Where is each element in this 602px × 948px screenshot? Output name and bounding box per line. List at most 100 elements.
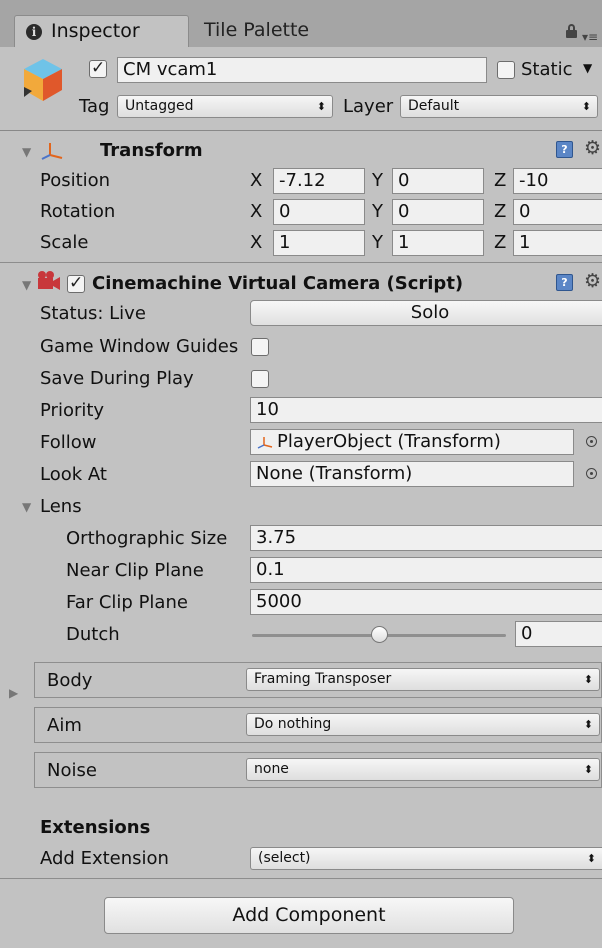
save-during-play-checkbox[interactable] [251, 370, 269, 388]
tag-label: Tag [79, 96, 110, 117]
panel-menu-icon[interactable]: ▾≡ [582, 30, 598, 44]
follow-value: PlayerObject (Transform) [277, 431, 501, 452]
extensions-heading: Extensions [40, 817, 151, 838]
transform-foldout-arrow-icon[interactable]: ▼ [22, 145, 31, 159]
game-window-guides-label: Game Window Guides [40, 336, 239, 357]
body-dropdown[interactable]: Framing Transposer ⬍ [246, 668, 600, 691]
near-clip-plane-field[interactable]: 0.1 [250, 557, 602, 583]
lock-icon[interactable] [566, 24, 577, 38]
static-dropdown-icon[interactable]: ▼ [583, 61, 592, 75]
axis-z-label: Z [494, 201, 507, 222]
body-dropdown-value: Framing Transposer [254, 671, 392, 687]
transform-title: Transform [100, 140, 203, 161]
noise-section: Noise none ⬍ [34, 752, 602, 788]
axis-y-label: Y [372, 232, 383, 253]
axis-y-label: Y [372, 170, 383, 191]
orthographic-size-label: Orthographic Size [66, 528, 228, 549]
dropdown-arrows-icon: ⬍ [583, 673, 593, 686]
info-icon: i [26, 24, 42, 40]
object-picker-icon[interactable] [586, 468, 597, 479]
object-picker-icon[interactable] [586, 436, 597, 447]
rotation-x-field[interactable]: 0 [273, 199, 365, 225]
layer-dropdown[interactable]: Default ⬍ [400, 95, 598, 118]
axis-x-label: X [250, 232, 263, 253]
body-foldout-arrow-icon[interactable]: ▶ [9, 686, 18, 700]
follow-label: Follow [40, 432, 97, 453]
divider [0, 878, 602, 879]
noise-label: Noise [47, 760, 97, 781]
dropdown-arrows-icon: ⬍ [586, 852, 596, 865]
far-clip-plane-label: Far Clip Plane [66, 592, 188, 613]
orthographic-size-field[interactable]: 3.75 [250, 525, 602, 551]
rotation-z-field[interactable]: 0 [513, 199, 602, 225]
dutch-value-field[interactable]: 0 [515, 621, 602, 647]
transform-axis-icon [41, 143, 63, 160]
gameobject-cube-icon [24, 59, 62, 101]
script-camera-icon [38, 271, 60, 290]
dutch-slider-knob[interactable] [370, 626, 388, 643]
static-label: Static [521, 59, 573, 80]
dropdown-arrows-icon: ⬍ [581, 100, 591, 113]
help-book-icon[interactable]: ? [556, 274, 573, 291]
transform-row-label: Scale [40, 232, 89, 253]
object-name-field[interactable]: CM vcam1 [117, 57, 487, 83]
transform-row-label: Rotation [40, 201, 116, 222]
aim-section: Aim Do nothing ⬍ [34, 707, 602, 743]
position-x-field[interactable]: -7.12 [273, 168, 365, 194]
body-label: Body [47, 670, 93, 691]
look-at-field[interactable]: None (Transform) [250, 461, 574, 487]
priority-field[interactable]: 10 [250, 397, 602, 423]
tab-bar: i Inspector Tile Palette ▾≡ [0, 0, 602, 47]
add-extension-dropdown-value: (select) [258, 850, 311, 866]
axis-z-label: Z [494, 232, 507, 253]
scale-z-field[interactable]: 1 [513, 230, 602, 256]
gameobject-header: CM vcam1 Static ▼ Tag Untagged ⬍ Layer D… [0, 47, 602, 131]
layer-label: Layer [343, 96, 394, 117]
tab-inspector-label: Inspector [51, 20, 140, 42]
axis-y-label: Y [372, 201, 383, 222]
tab-inspector[interactable]: i Inspector [14, 15, 189, 47]
axis-z-label: Z [494, 170, 507, 191]
divider [0, 262, 602, 263]
save-during-play-label: Save During Play [40, 368, 194, 389]
gear-icon[interactable]: ⚙ [584, 272, 601, 291]
game-window-guides-checkbox[interactable] [251, 338, 269, 356]
dutch-label: Dutch [66, 624, 120, 645]
add-extension-label: Add Extension [40, 848, 169, 869]
noise-dropdown-value: none [254, 761, 289, 777]
aim-dropdown[interactable]: Do nothing ⬍ [246, 713, 600, 736]
lens-foldout-arrow-icon[interactable]: ▼ [22, 500, 31, 514]
position-z-field[interactable]: -10 [513, 168, 602, 194]
layer-dropdown-value: Default [408, 98, 460, 114]
tag-dropdown-value: Untagged [125, 98, 194, 114]
static-checkbox[interactable] [497, 61, 515, 79]
tab-tile-palette[interactable]: Tile Palette [204, 19, 309, 41]
body-section: Body Framing Transposer ⬍ [34, 662, 602, 698]
noise-dropdown[interactable]: none ⬍ [246, 758, 600, 781]
help-book-icon[interactable]: ? [556, 141, 573, 158]
vcam-title: Cinemachine Virtual Camera (Script) [92, 273, 464, 294]
near-clip-plane-label: Near Clip Plane [66, 560, 204, 581]
add-extension-dropdown[interactable]: (select) ⬍ [250, 847, 602, 870]
aim-dropdown-value: Do nothing [254, 716, 332, 732]
dropdown-arrows-icon: ⬍ [583, 718, 593, 731]
add-component-button[interactable]: Add Component [104, 897, 514, 934]
transform-row-label: Position [40, 170, 111, 191]
rotation-y-field[interactable]: 0 [392, 199, 484, 225]
solo-button[interactable]: Solo [250, 300, 602, 326]
vcam-foldout-arrow-icon[interactable]: ▼ [22, 278, 31, 292]
look-at-label: Look At [40, 464, 107, 485]
position-y-field[interactable]: 0 [392, 168, 484, 194]
lens-label: Lens [40, 496, 82, 517]
axis-x-label: X [250, 170, 263, 191]
far-clip-plane-field[interactable]: 5000 [250, 589, 602, 615]
active-checkbox[interactable] [89, 58, 107, 78]
gear-icon[interactable]: ⚙ [584, 139, 601, 158]
axis-x-label: X [250, 201, 263, 222]
follow-field[interactable]: PlayerObject (Transform) [250, 429, 574, 455]
priority-label: Priority [40, 400, 105, 421]
scale-x-field[interactable]: 1 [273, 230, 365, 256]
vcam-enabled-checkbox[interactable] [67, 273, 85, 293]
tag-dropdown[interactable]: Untagged ⬍ [117, 95, 333, 118]
scale-y-field[interactable]: 1 [392, 230, 484, 256]
